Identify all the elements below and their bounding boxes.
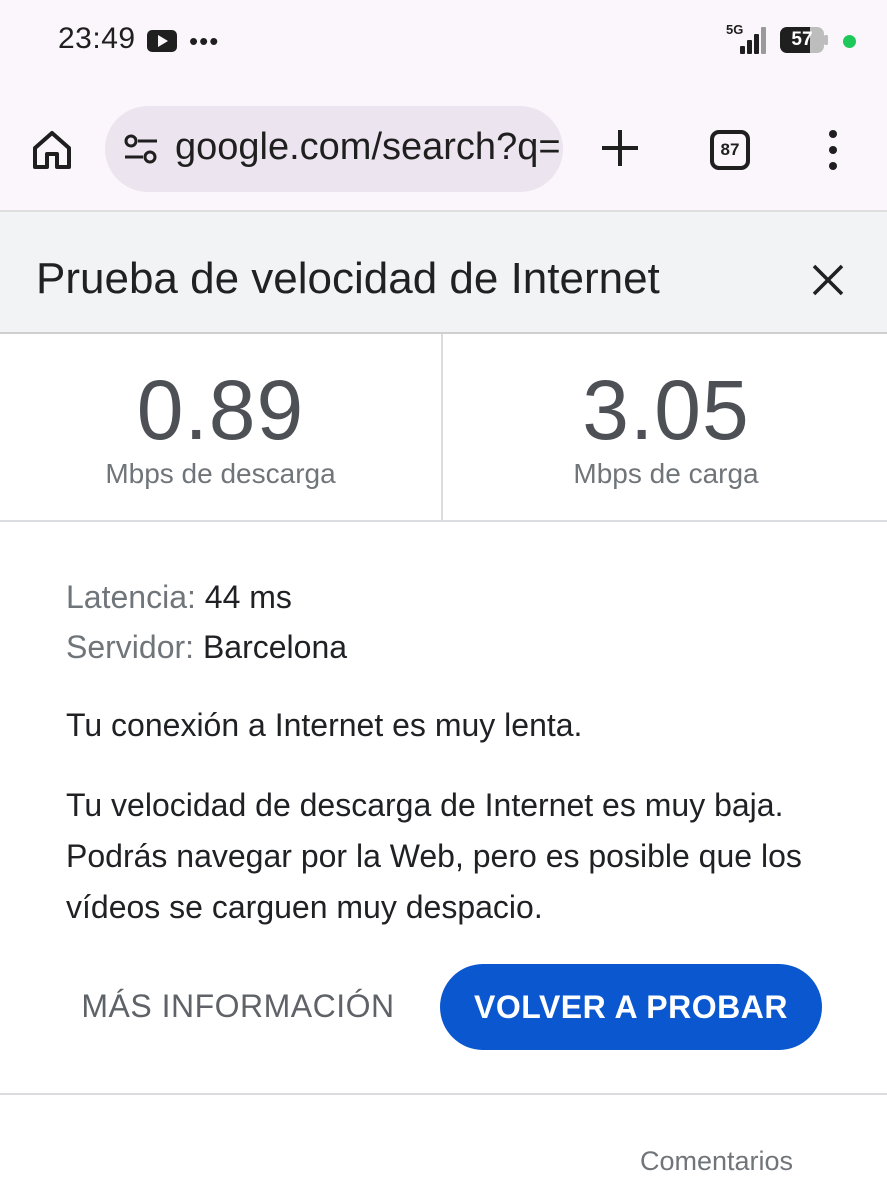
speed-test-title: Prueba de velocidad de Internet <box>36 254 660 303</box>
download-unit: Mbps de descarga <box>105 458 336 489</box>
latency-row: Latencia: 44 ms <box>66 572 846 622</box>
url-text[interactable]: google.com/search?q= <box>175 126 561 169</box>
server-value: Barcelona <box>202 629 348 665</box>
upload-unit: Mbps de carga <box>573 458 759 489</box>
url-bar[interactable]: google.com/search?q= <box>105 106 563 192</box>
feedback-link[interactable]: Comentarios <box>640 1146 793 1177</box>
status-bar: 23:49 ••• 5G 57 <box>0 0 887 84</box>
status-time: 23:49 <box>58 22 136 55</box>
browser-toolbar: google.com/search?q= 87 <box>0 84 887 212</box>
youtube-icon <box>147 30 177 52</box>
speed-results: 0.89 Mbps de descarga 3.05 Mbps de carga <box>0 334 887 522</box>
privacy-dot-icon <box>843 35 856 48</box>
battery-level: 57 <box>791 29 813 50</box>
more-dots-icon: ••• <box>189 26 220 56</box>
latency-label: Latencia: <box>66 579 196 615</box>
test-details: Latencia: 44 ms Servidor: Barcelona <box>66 572 846 672</box>
download-result: 0.89 Mbps de descarga <box>0 334 443 520</box>
speed-verdict: Tu conexión a Internet es muy lenta. <box>66 707 583 743</box>
divider <box>0 1093 887 1095</box>
speed-description: Tu velocidad de descarga de Internet es … <box>66 787 802 925</box>
home-icon[interactable] <box>30 128 74 172</box>
upload-value: 3.05 <box>582 363 750 457</box>
menu-kebab-icon[interactable] <box>822 128 844 172</box>
new-tab-plus-icon[interactable] <box>598 126 642 170</box>
close-icon[interactable] <box>808 260 848 300</box>
speed-test-header: Prueba de velocidad de Internet <box>0 212 887 334</box>
more-info-button[interactable]: MÁS INFORMACIÓN <box>66 982 410 1030</box>
download-value: 0.89 <box>136 363 305 457</box>
server-label: Servidor: <box>66 629 195 665</box>
tab-switcher-icon[interactable]: 87 <box>710 130 750 170</box>
site-settings-icon[interactable] <box>123 134 159 164</box>
upload-result: 3.05 Mbps de carga <box>445 334 887 520</box>
battery-icon: 57 <box>780 27 828 53</box>
retry-button[interactable]: VOLVER A PROBAR <box>440 964 822 1050</box>
signal-icon <box>740 27 766 54</box>
server-row: Servidor: Barcelona <box>66 622 846 672</box>
latency-value: 44 ms <box>204 579 292 615</box>
